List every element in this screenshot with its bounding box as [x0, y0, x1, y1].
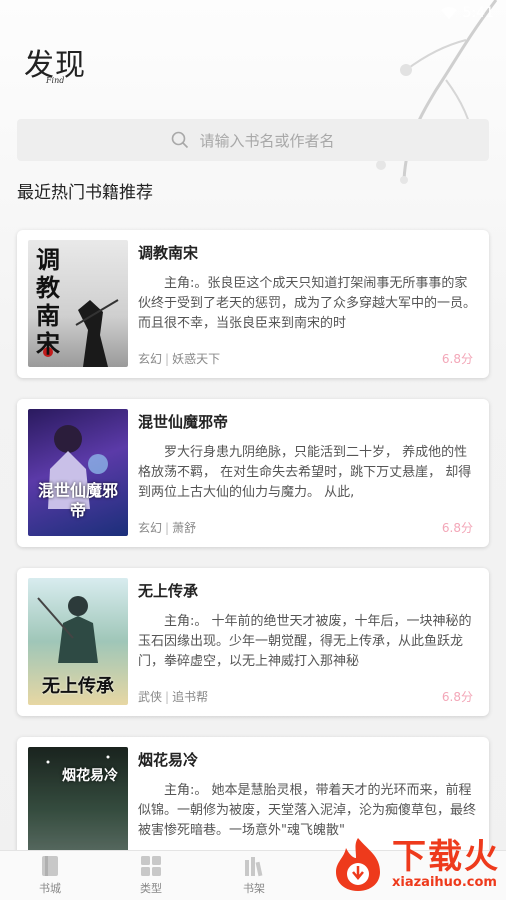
tab-bookshelf[interactable]: 书架	[224, 855, 284, 896]
meta-separator: |	[165, 352, 170, 366]
page-subtitle: Find	[46, 76, 65, 85]
book-cover: 混世仙魔邪帝	[28, 409, 128, 536]
book-title: 烟花易冷	[138, 751, 199, 769]
book-genre: 武侠	[138, 690, 163, 704]
cover-title: 烟花易冷	[62, 768, 118, 784]
meta-separator: |	[165, 690, 170, 704]
book-score: 6.8分	[441, 352, 473, 366]
book-meta: 玄幻 | 萧舒	[138, 519, 196, 536]
meta-separator: |	[165, 521, 170, 535]
book-meta: 玄幻 | 妖惑天下	[138, 350, 220, 367]
book-description: 主角:。 十年前的绝世天才被废，十年后，一块神秘的玉石因缘出现。少年一朝觉醒，得…	[138, 614, 472, 669]
book-genre: 玄幻	[138, 352, 163, 366]
book-description: 主角:。张良臣这个成天只知道打架闹事无所事事的家伙终于受到了老天的惩罚，成为了众…	[138, 276, 477, 331]
book-title: 无上传承	[138, 582, 199, 600]
book-title: 调教南宋	[138, 244, 199, 262]
status-time: 5:41	[462, 5, 494, 21]
book-meta: 武侠 | 追书帮	[138, 688, 208, 705]
watermark-url: xiazaihuo.com	[392, 874, 497, 890]
cover-title: 混世仙魔邪帝	[37, 481, 118, 520]
book-author: 追书帮	[172, 690, 209, 704]
book-cover: 调教南宋	[28, 240, 128, 367]
cover-title: 调教南宋	[36, 245, 60, 358]
watermark-text: 下载火 xiazaihuo.com	[392, 839, 500, 890]
book-card[interactable]: 混世仙魔邪帝 混世仙魔邪帝 罗大行身患九阴绝脉，只能活到二十岁， 养成他的性格放…	[17, 399, 489, 547]
wifi-icon	[440, 7, 457, 19]
book-card[interactable]: 无上传承 无上传承 主角:。 十年前的绝世天才被废，十年后，一块神秘的玉石因缘出…	[17, 568, 489, 716]
tab-label: 书城	[39, 882, 61, 895]
status-bar: 5:41	[0, 0, 506, 26]
book-cover: 无上传承	[28, 578, 128, 705]
tab-label: 书架	[243, 882, 265, 895]
search-placeholder: 请输入书名或作者名	[199, 131, 335, 150]
book-title: 混世仙魔邪帝	[138, 413, 229, 431]
search-icon	[172, 131, 189, 149]
tab-bookstore[interactable]: 书城	[20, 855, 80, 896]
cover-title: 无上传承	[42, 676, 114, 697]
watermark-brand: 下载火	[392, 836, 500, 877]
book-score: 6.8分	[441, 521, 473, 535]
book-card[interactable]: 调教南宋 调教南宋 主角:。张良臣这个成天只知道打架闹事无所事事的家伙终于受到了…	[17, 230, 489, 378]
book-description: 罗大行身患九阴绝脉，只能活到二十岁， 养成他的性格放荡不羁， 在对生命失去希望时…	[138, 445, 472, 500]
bookshelf-icon	[245, 857, 263, 877]
grid-icon	[141, 856, 161, 876]
book-author: 妖惑天下	[172, 352, 221, 366]
search-input[interactable]: 请输入书名或作者名	[17, 119, 489, 161]
fire-logo-icon	[336, 838, 380, 891]
book-genre: 玄幻	[138, 521, 163, 535]
watermark-logo: 下载火 xiazaihuo.com	[328, 836, 500, 892]
book-author: 萧舒	[172, 521, 197, 535]
section-title: 最近热门书籍推荐	[17, 183, 153, 203]
tab-label: 类型	[140, 882, 162, 895]
book-icon	[42, 856, 58, 876]
tab-category[interactable]: 类型	[121, 855, 181, 896]
book-score: 6.8分	[441, 690, 473, 704]
